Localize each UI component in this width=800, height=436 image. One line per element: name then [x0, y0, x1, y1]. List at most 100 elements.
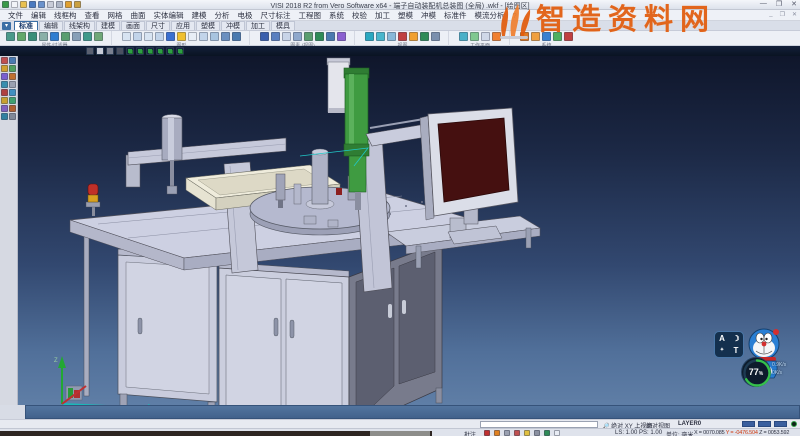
toolbar-icon[interactable] — [210, 32, 219, 41]
view-cube-icon[interactable] — [166, 47, 174, 55]
widget-letter-t[interactable]: T — [734, 345, 739, 356]
ribbon-tab[interactable]: 建模 — [96, 21, 120, 30]
toolbar-icon[interactable] — [28, 32, 37, 41]
ribbon-tab[interactable]: 模具 — [271, 21, 295, 30]
menu-item[interactable]: 曲面 — [127, 10, 150, 21]
draw-tool-icon[interactable] — [9, 97, 16, 104]
toolbar-icon[interactable] — [83, 32, 92, 41]
toolbar-icon[interactable] — [531, 32, 540, 41]
desktop-overlay-widget[interactable]: A ☽ ✦ T — [708, 326, 800, 404]
draw-tool-icon[interactable] — [1, 105, 8, 112]
draw-tool-icon[interactable] — [9, 105, 16, 112]
layers-icon[interactable] — [534, 430, 540, 436]
highlight-icon[interactable] — [494, 430, 500, 436]
draw-tool-icon[interactable] — [1, 97, 8, 104]
note-icon[interactable] — [524, 430, 530, 436]
toolbar-icon[interactable] — [387, 32, 396, 41]
app-logo-icon[interactable] — [2, 1, 9, 8]
draw-tool-icon[interactable] — [9, 65, 16, 72]
toolbar-icon[interactable] — [199, 32, 208, 41]
ribbon-tab[interactable]: 加工 — [246, 21, 270, 30]
view-cube-icon[interactable] — [136, 47, 144, 55]
redo-icon[interactable] — [74, 1, 81, 8]
doc-restore-button[interactable]: ❐ — [780, 11, 785, 18]
menu-item[interactable]: 编辑 — [27, 10, 50, 21]
toolbar-icon[interactable] — [94, 32, 103, 41]
user-icon[interactable] — [504, 430, 510, 436]
view-cube-icon[interactable] — [106, 47, 114, 55]
draw-tool-icon[interactable] — [9, 113, 16, 120]
toolbar-icon[interactable] — [6, 32, 15, 41]
toolbar-icon[interactable] — [260, 32, 269, 41]
toolbar-icon[interactable] — [431, 32, 440, 41]
layer-blocks[interactable] — [742, 421, 787, 427]
menu-item[interactable]: 实体编辑 — [150, 10, 188, 21]
print-icon[interactable] — [47, 1, 54, 8]
toolbar-icon[interactable] — [398, 32, 407, 41]
draw-tool-icon[interactable] — [9, 57, 16, 64]
ribbon-tab[interactable]: 塑模 — [196, 21, 220, 30]
toolbar-icon[interactable] — [61, 32, 70, 41]
toolbar-icon[interactable] — [315, 32, 324, 41]
toolbar-icon[interactable] — [553, 32, 562, 41]
draw-tool-icon[interactable] — [9, 73, 16, 80]
view-cube-icon[interactable] — [86, 47, 94, 55]
prompt-input-area[interactable] — [25, 405, 800, 419]
toolbar-icon[interactable] — [144, 32, 153, 41]
toolbar-icon[interactable] — [376, 32, 385, 41]
new-file-icon[interactable] — [11, 1, 18, 8]
draw-tool-icon[interactable] — [1, 57, 8, 64]
menu-item[interactable]: 工程图 — [295, 10, 326, 21]
draw-tool-icon[interactable] — [1, 113, 8, 120]
draw-tool-icon[interactable] — [9, 89, 16, 96]
undo-icon[interactable] — [65, 1, 72, 8]
pointer-icon[interactable]: ✦ — [720, 345, 724, 356]
annotation-toggle[interactable]: 批注 — [464, 430, 476, 436]
ribbon-tab[interactable]: 尺寸 — [146, 21, 170, 30]
toolbar-icon[interactable] — [232, 32, 241, 41]
draw-tool-icon[interactable] — [9, 81, 16, 88]
doc-close-button[interactable]: ✕ — [792, 11, 797, 18]
toolbar-icon[interactable] — [326, 32, 335, 41]
pin-icon[interactable] — [514, 430, 520, 436]
toolbar-icon[interactable] — [155, 32, 164, 41]
restore-button[interactable]: ❐ — [776, 0, 782, 8]
moon-icon[interactable]: ☽ — [732, 333, 739, 344]
view-cube-icon[interactable] — [156, 47, 164, 55]
view-cube-icon[interactable] — [176, 47, 184, 55]
menu-item[interactable]: 尺寸标注 — [257, 10, 295, 21]
toolbar-icon[interactable] — [221, 32, 230, 41]
menu-item[interactable]: 电极 — [234, 10, 257, 21]
doc-minimize-button[interactable]: _ — [769, 11, 772, 18]
minimize-button[interactable]: — — [760, 0, 767, 8]
toolbar-icon[interactable] — [481, 32, 490, 41]
toolbar-icon[interactable] — [72, 32, 81, 41]
close-button[interactable]: ✕ — [791, 0, 797, 8]
toolbar-icon[interactable] — [282, 32, 291, 41]
ribbon-tab[interactable]: 线架构 — [64, 21, 95, 30]
layer-indicator[interactable]: LAYER0 — [678, 421, 701, 427]
toolbar-icon[interactable] — [293, 32, 302, 41]
toolbar-icon[interactable] — [542, 32, 551, 41]
menu-item[interactable]: 校验 — [348, 10, 371, 21]
toolbar-icon[interactable] — [365, 32, 374, 41]
toolbar-icon[interactable] — [304, 32, 313, 41]
save-icon[interactable] — [29, 1, 36, 8]
ribbon-tab[interactable]: 画面 — [121, 21, 145, 30]
menu-item[interactable]: 标准件 — [440, 10, 471, 21]
menu-item[interactable]: 查看 — [81, 10, 104, 21]
3d-viewport[interactable]: Z X A ☽ ✦ T — [18, 56, 800, 405]
toolbar-icon[interactable] — [271, 32, 280, 41]
view-cube-icon[interactable] — [146, 47, 154, 55]
toolbar-icon[interactable] — [122, 32, 131, 41]
menu-item[interactable]: 模流分析 — [471, 10, 509, 21]
menu-item[interactable]: 加工 — [371, 10, 394, 21]
toolbar-icon[interactable] — [337, 32, 346, 41]
toolbar-icon[interactable] — [564, 32, 573, 41]
menu-item[interactable]: 网格 — [104, 10, 127, 21]
toolbar-icon[interactable] — [166, 32, 175, 41]
menu-item[interactable]: 冲模 — [417, 10, 440, 21]
ribbon-tab[interactable]: 标准 — [14, 21, 38, 30]
tab-dropdown-icon[interactable]: ▾ — [2, 22, 11, 30]
toolbar-icon[interactable] — [177, 32, 186, 41]
